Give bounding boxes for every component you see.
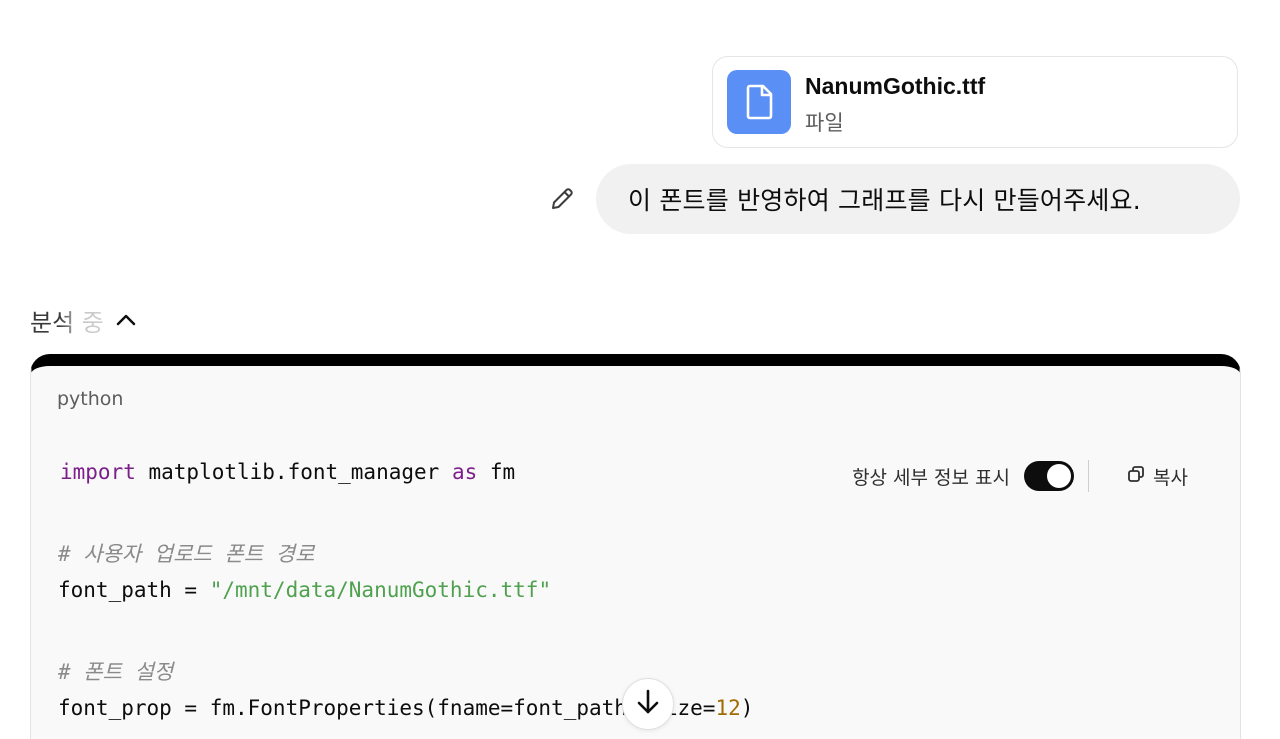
code-string: "/mnt/data/NanumGothic.ttf" [209,578,552,602]
user-message-bubble: 이 폰트를 반영하여 그래프를 다시 만들어주세요. [596,164,1240,234]
code-comment: # 사용자 업로드 폰트 경로 [58,542,315,566]
pencil-icon [549,186,575,216]
code-token: font_path = [58,578,210,602]
chat-page: NanumGothic.ttf 파일 이 폰트를 반영하여 그래프를 다시 만들… [0,0,1280,739]
code-language-label: python [57,388,124,410]
code-comment: # 폰트 설정 [58,660,174,684]
show-details-label: 항상 세부 정보 표시 [852,466,1011,489]
code-line: font_path = "/mnt/data/NanumGothic.ttf" [58,578,551,602]
code-toolbar: 항상 세부 정보 표시 복사 [852,460,1188,492]
file-type-label: 파일 [805,111,844,135]
show-details-toggle[interactable] [1024,461,1075,491]
toggle-knob [1047,464,1072,488]
toolbar-divider [1088,460,1090,492]
code-number: 12 [715,696,741,720]
code-token: as [451,460,478,484]
code-token: import [60,460,136,484]
document-icon [727,70,791,134]
file-attachment-card[interactable]: NanumGothic.ttf 파일 [712,56,1238,148]
code-token: matplotlib.font_manager [135,460,452,484]
code-token: font_prop = fm.FontProperties(fname=font… [58,696,716,720]
arrow-down-icon [635,688,661,720]
file-name: NanumGothic.ttf [805,73,986,99]
code-line: import matplotlib.font_manager as fm [60,460,515,484]
user-message-text: 이 폰트를 반영하여 그래프를 다시 만들어주세요. [628,186,1141,215]
code-token: fm [477,460,516,484]
analysis-status-label: 분석 중 [30,303,104,338]
copy-button[interactable]: 복사 [1127,463,1188,490]
code-line: # 사용자 업로드 폰트 경로 [58,538,314,568]
analysis-toggle[interactable]: 분석 중 [30,302,136,338]
copy-icon [1127,465,1145,487]
copy-label: 복사 [1153,466,1188,489]
scroll-to-bottom-button[interactable] [622,678,674,730]
chevron-up-icon [116,313,136,327]
edit-message-button[interactable] [546,185,578,217]
code-line: # 폰트 설정 [58,656,173,686]
code-token: ) [740,696,754,720]
